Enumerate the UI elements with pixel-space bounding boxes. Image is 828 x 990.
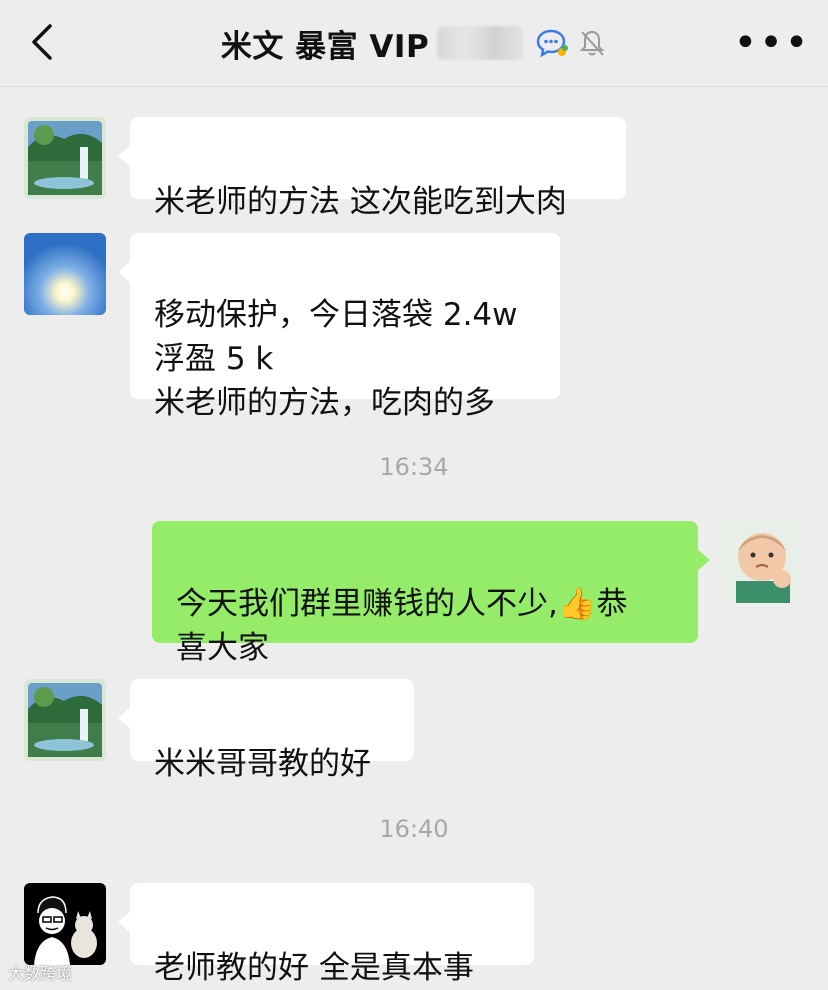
chat-header: 米文 暴富 VIP ••• <box>0 0 828 87</box>
message-bubble[interactable]: 老师教的好 全是真本事 <box>118 883 534 986</box>
blurred-title-part <box>437 26 524 60</box>
avatar[interactable] <box>24 117 106 199</box>
message-text: 今天我们群里赚钱的人不少, <box>176 586 558 622</box>
message-text: 老师教的好 全是真本事 <box>154 950 474 986</box>
timestamp: 16:34 <box>379 453 449 481</box>
message-bubble[interactable]: 米老师的方法 这次能吃到大肉 <box>118 117 626 220</box>
message-text: 米米哥哥教的好 <box>154 746 371 782</box>
chevron-left-icon <box>32 24 52 60</box>
thumbs-up-emoji: 👍 <box>557 586 597 622</box>
message-text: 移动保护，今日落袋 2.4w 浮盈 5 k 米老师的方法，吃肉的多 <box>154 297 518 421</box>
baby-avatar-image <box>722 521 804 603</box>
more-options-button[interactable]: ••• <box>734 23 809 63</box>
bell-off-icon <box>579 30 605 56</box>
landscape-avatar-image <box>24 117 106 199</box>
chat-title: 米文 暴富 VIP <box>220 28 430 65</box>
avatar[interactable] <box>24 883 106 965</box>
cartoon-avatar-image <box>24 883 106 965</box>
chat-bubble-icon <box>536 29 569 58</box>
landscape-avatar-image <box>24 679 106 761</box>
timestamp: 16:40 <box>379 815 449 843</box>
message-bubble-own[interactable]: 今天我们群里赚钱的人不少,👍恭 喜大家 <box>152 521 710 666</box>
message-text: 米老师的方法 这次能吃到大肉 <box>154 184 567 220</box>
avatar-own[interactable] <box>722 521 804 603</box>
message-bubble[interactable]: 移动保护，今日落袋 2.4w 浮盈 5 k 米老师的方法，吃肉的多 <box>118 233 560 421</box>
avatar[interactable] <box>24 679 106 761</box>
avatar[interactable] <box>24 233 106 315</box>
back-button[interactable] <box>22 20 66 64</box>
message-bubble[interactable]: 米米哥哥教的好 <box>118 679 414 782</box>
sky-avatar-image <box>24 233 106 315</box>
watermark: 大数跨境 <box>8 964 73 983</box>
